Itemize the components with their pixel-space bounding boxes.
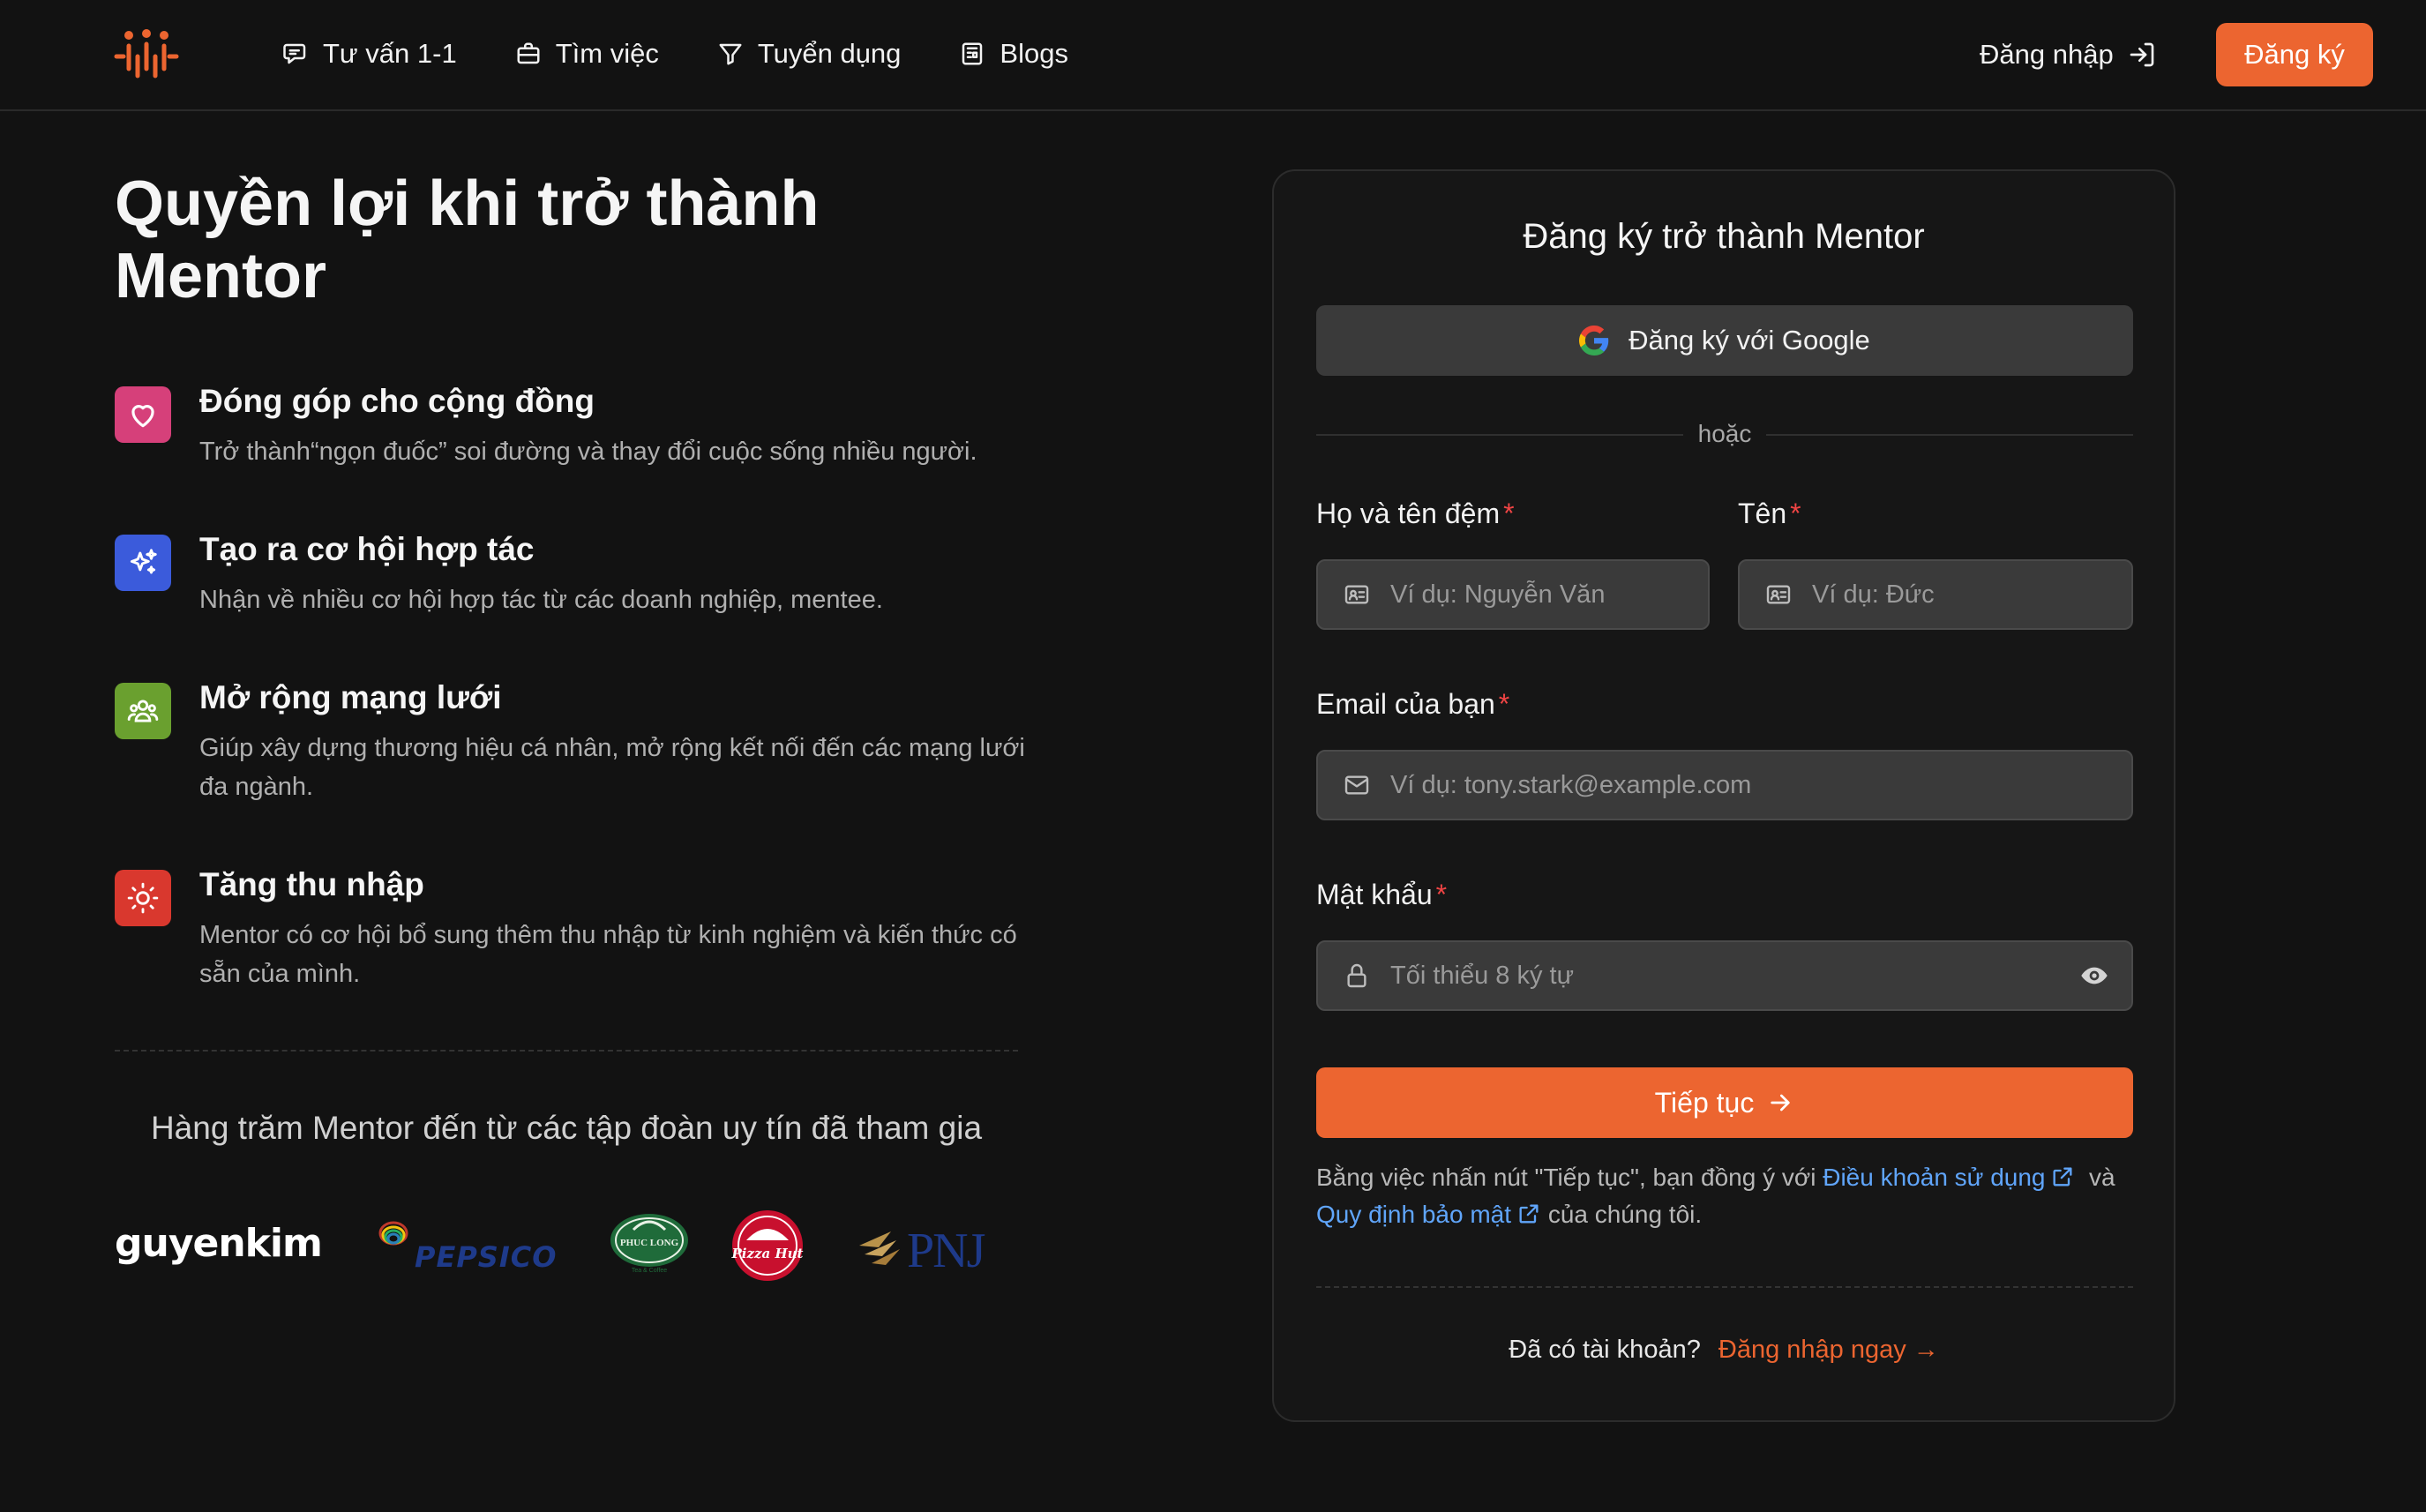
sparkles-icon (115, 535, 171, 591)
first-name-label-text: Tên (1738, 498, 1787, 529)
external-link-icon (2053, 1167, 2072, 1186)
heart-icon (115, 386, 171, 443)
first-name-field[interactable] (1738, 559, 2133, 630)
required-mark: * (1790, 498, 1801, 529)
google-icon (1579, 326, 1609, 356)
terms-text: Bằng việc nhấn nút "Tiếp tục", bạn đồng … (1316, 1159, 2145, 1233)
benefit-title: Tạo ra cơ hội hợp tác (199, 531, 535, 567)
benefit-description: Mentor có cơ hội bổ sung thêm thu nhập t… (199, 921, 1017, 988)
nav-item-recruitment[interactable]: Tuyển dụng (717, 38, 902, 70)
login-label: Đăng nhập (1980, 39, 2114, 70)
continue-label: Tiếp tục (1654, 1086, 1755, 1119)
password-input[interactable] (1390, 961, 2131, 991)
email-label-text: Email của bạn (1316, 688, 1495, 720)
newspaper-icon (962, 42, 983, 65)
required-mark: * (1435, 879, 1448, 910)
middle-name-label-text: Họ và tên đệm (1316, 498, 1501, 529)
page-title: Quyền lợi khi trở thành Mentor (115, 168, 909, 312)
password-field[interactable] (1316, 940, 2133, 1011)
mentor-signup-card: Đăng ký trở thành Mentor Đăng ký với Goo… (1272, 169, 2175, 1422)
terms-and: và (2089, 1164, 2115, 1191)
email-label: Email của bạn * (1316, 688, 1509, 721)
middle-name-input[interactable] (1390, 580, 1708, 610)
terms-of-use-label: Điều khoản sử dụng (1823, 1164, 2046, 1191)
top-navbar: Tư vấn 1-1 Tìm việc Tuyển dụng Blogs Đăn… (0, 0, 2426, 111)
login-link[interactable]: Đăng nhập (1980, 34, 2156, 76)
nav-item-label: Tuyển dụng (757, 38, 902, 69)
pepsico-globe-icon (378, 1221, 408, 1246)
svg-text:Tea & Coffee: Tea & Coffee (632, 1268, 667, 1274)
pepsico-wordmark: PEPSICO (415, 1240, 558, 1274)
signup-button[interactable]: Đăng ký (2216, 23, 2373, 86)
phuclong-wordmark: PHUC LONG (620, 1238, 679, 1248)
email-input[interactable] (1390, 770, 2131, 800)
required-mark: * (1498, 688, 1510, 720)
nav-item-label: Blogs (1000, 38, 1068, 69)
id-card-icon (1766, 585, 1791, 604)
have-account-text: Đã có tài khoản? (1509, 1336, 1701, 1364)
users-icon (115, 683, 171, 739)
benefit-title: Tăng thu nhập (199, 866, 424, 902)
google-signup-button[interactable]: Đăng ký với Google (1316, 305, 2133, 376)
middle-name-label: Họ và tên đệm * (1316, 498, 1515, 530)
terms-of-use-link[interactable]: Điều khoản sử dụng (1823, 1164, 2075, 1191)
mail-icon (1344, 775, 1369, 795)
nguyenkim-logo: guyenkim (115, 1221, 323, 1266)
arrow-right-icon (1771, 1094, 1790, 1112)
login-now-link[interactable]: Đăng nhập ngay → (1718, 1336, 1939, 1364)
id-card-icon (1344, 585, 1369, 604)
benefit-title: Đóng góp cho cộng đồng (199, 383, 595, 419)
briefcase-icon (517, 42, 540, 64)
section-divider (115, 1050, 1018, 1052)
external-link-icon (1519, 1204, 1539, 1224)
nav-item-consulting[interactable]: Tư vấn 1-1 (282, 38, 457, 70)
first-name-label: Tên * (1738, 498, 1801, 530)
benefit-description: Nhận về nhiều cơ hội hợp tác từ các doan… (199, 586, 883, 614)
privacy-policy-label: Quy định bảo mật (1316, 1201, 1512, 1228)
page-title-line2: Mentor (115, 241, 326, 311)
nav-item-blogs[interactable]: Blogs (959, 38, 1068, 70)
sun-icon (115, 870, 171, 926)
page-title-line1: Quyền lợi khi trở thành (115, 168, 820, 239)
password-label: Mật khẩu * (1316, 879, 1447, 911)
brand-logo-icon[interactable] (113, 26, 180, 79)
middle-name-field[interactable] (1316, 559, 1710, 630)
phuclong-logo: PHUC LONG Tea & Coffee (607, 1209, 692, 1280)
partners-caption: Hàng trăm Mentor đến từ các tập đoàn uy … (150, 1110, 983, 1146)
benefit-description: Trở thành“ngọn đuốc” soi đường và thay đ… (199, 438, 977, 466)
nav-item-find-jobs[interactable]: Tìm việc (515, 38, 659, 70)
or-divider: hoặc (1316, 420, 2133, 447)
benefit-description: Giúp xây dựng thương hiệu cá nhân, mở rộ… (199, 734, 1025, 801)
continue-button[interactable]: Tiếp tục (1316, 1067, 2133, 1138)
email-field[interactable] (1316, 750, 2133, 820)
pizzahut-logo: Pizza Hut (730, 1209, 805, 1287)
benefit-title: Mở rộng mạng lưới (199, 679, 502, 715)
eye-icon[interactable] (2080, 962, 2108, 990)
pnj-wordmark: PNJ (907, 1224, 985, 1278)
password-label-text: Mật khẩu (1316, 879, 1433, 910)
terms-suffix: của chúng tôi. (1547, 1201, 1703, 1228)
form-title: Đăng ký trở thành Mentor (1523, 217, 1925, 256)
privacy-policy-link[interactable]: Quy định bảo mật (1316, 1201, 1541, 1228)
pizzahut-wordmark: Pizza Hut (731, 1246, 804, 1261)
required-mark: * (1503, 498, 1515, 529)
partner-logos: guyenkim PEPSICO PHUC LONG Tea & Coffee … (115, 1209, 997, 1288)
nav-item-label: Tư vấn 1-1 (323, 38, 457, 69)
google-signup-label: Đăng ký với Google (1629, 325, 1870, 356)
first-name-input[interactable] (1812, 580, 2131, 610)
login-arrow-icon (2130, 42, 2154, 67)
nav-item-label: Tìm việc (555, 38, 659, 69)
chat-bubble-icon (283, 43, 306, 64)
terms-prefix: Bằng việc nhấn nút "Tiếp tục", bạn đồng … (1316, 1164, 1816, 1191)
have-account-row: Đã có tài khoản? Đăng nhập ngay → (1274, 1336, 2174, 1365)
pepsico-logo: PEPSICO (378, 1221, 556, 1274)
pnj-logo: PNJ (856, 1216, 985, 1278)
card-divider (1316, 1286, 2133, 1288)
main-nav: Tư vấn 1-1 Tìm việc Tuyển dụng Blogs (282, 0, 1068, 108)
filter-icon (719, 43, 742, 65)
lock-icon (1347, 963, 1366, 988)
